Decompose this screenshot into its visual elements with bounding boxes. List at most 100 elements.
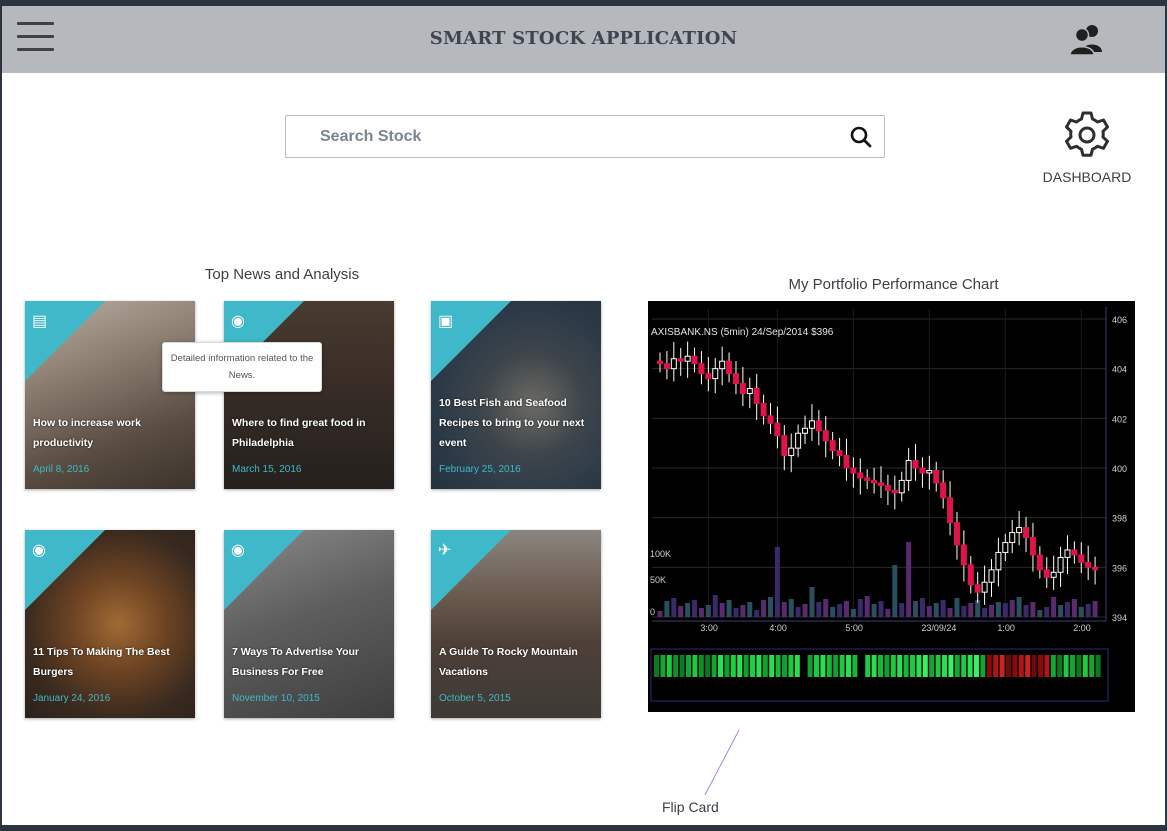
indicator-bar — [961, 655, 967, 677]
news-card[interactable]: ◉ 7 Ways To Advertise Your Business For … — [224, 530, 394, 718]
indicator-bar — [846, 655, 851, 677]
volume-bar — [698, 608, 704, 617]
volume-bar — [788, 599, 794, 617]
indicator-bar — [666, 655, 672, 677]
candle-body — [719, 360, 726, 370]
volume-bar — [1051, 597, 1057, 617]
indicator-bar — [1031, 655, 1037, 677]
dashboard-label: DASHBOARD — [1042, 169, 1132, 185]
indicator-bar — [750, 655, 755, 677]
volume-bar — [926, 606, 932, 617]
news-card[interactable]: ▣ 10 Best Fish and Seafood Recipes to br… — [431, 301, 601, 489]
candle-body — [864, 477, 871, 481]
volume-bar — [671, 598, 677, 617]
candle-body — [878, 482, 884, 486]
indicator-bar — [986, 655, 992, 677]
candle-body — [705, 373, 712, 380]
candle-body — [850, 467, 857, 474]
volume-bar — [809, 587, 815, 617]
indicator-bar — [654, 655, 659, 677]
candle-body — [1016, 527, 1023, 534]
candle-body — [871, 479, 878, 484]
volume-bar — [906, 542, 912, 617]
candle-body — [1057, 556, 1064, 573]
y-tick-label: 406 — [1112, 315, 1127, 325]
indicator-bar — [890, 655, 896, 677]
indicator-bar — [660, 655, 666, 677]
indicator-bar — [1050, 655, 1056, 677]
volume-bar — [961, 606, 967, 617]
volume-bar — [774, 547, 780, 617]
candle-body — [802, 427, 809, 434]
volume-bar — [989, 605, 994, 617]
users-icon[interactable] — [1068, 22, 1108, 58]
volume-bar — [678, 606, 684, 617]
candle-body — [940, 482, 947, 499]
news-card[interactable]: ▤ How to increase work productivity Apri… — [25, 301, 195, 489]
volume-bar — [768, 597, 773, 617]
indicator-bar — [974, 655, 979, 677]
volume-bar — [830, 607, 836, 617]
volume-bar — [1023, 605, 1029, 617]
volume-bar — [843, 601, 849, 617]
indicator-bar — [910, 655, 915, 677]
volume-bar — [823, 599, 829, 617]
news-card[interactable]: ✈ A Guide To Rocky Mountain Vacations Oc… — [431, 530, 601, 718]
volume-bar — [1044, 607, 1050, 617]
indicator-bar — [1012, 655, 1018, 677]
volume-bar — [1071, 599, 1077, 617]
document-icon: ▤ — [32, 313, 48, 330]
volume-bar — [864, 596, 870, 617]
volume-bar — [664, 601, 670, 617]
volume-bar — [740, 605, 746, 617]
indicator-bar — [820, 655, 826, 677]
portfolio-chart[interactable]: 406 404 402 400 398 396 394 AXISBANK.NS (5min) … — [648, 301, 1135, 712]
news-card[interactable]: ◉ 11 Tips To Making The Best Burgers Jan… — [25, 530, 195, 718]
candle-body — [1043, 569, 1050, 578]
candle-body — [691, 355, 698, 365]
y-tick-label: 396 — [1112, 563, 1127, 573]
volume-bar — [1037, 610, 1043, 617]
candle-body — [739, 383, 746, 394]
x-tick-label: 4:00 — [769, 623, 787, 633]
volume-bar — [719, 603, 725, 617]
search-input[interactable] — [306, 125, 854, 149]
indicator-bar — [871, 655, 877, 677]
indicator-bar — [1063, 655, 1069, 677]
dashboard-button[interactable]: DASHBOARD — [1037, 109, 1137, 194]
indicator-bar — [794, 655, 800, 677]
candle-body — [767, 415, 774, 424]
volume-bar — [705, 605, 711, 617]
indicator-bar — [826, 655, 832, 677]
candle-body — [698, 363, 705, 375]
indicator-bar — [705, 655, 711, 677]
search-box — [285, 115, 885, 158]
candle-body — [933, 469, 940, 484]
indicator-bar — [775, 655, 781, 677]
news-card-date: April 8, 2016 — [33, 464, 90, 475]
search-icon[interactable] — [849, 125, 873, 149]
indicator-bar — [686, 655, 691, 677]
app-header: SMART STOCK APPLICATION — [2, 6, 1165, 73]
indicator-bar — [730, 655, 736, 677]
indicator-bar — [769, 655, 775, 677]
candle-body — [919, 467, 926, 474]
indicator-bar — [724, 655, 730, 677]
flip-card-label[interactable]: Flip Card — [662, 799, 719, 815]
volume-bar — [878, 601, 884, 617]
candlestick-chart: 406 404 402 400 398 396 394 AXISBANK.NS (5min) … — [650, 307, 1127, 702]
indicator-bar — [897, 655, 903, 677]
news-card[interactable]: ◉ Where to find great food in Philadelph… — [224, 301, 394, 489]
indicator-bar — [762, 655, 768, 677]
candle-body — [753, 388, 760, 404]
indicator-bar — [1038, 655, 1043, 677]
candle-body — [726, 360, 733, 375]
airplane-icon: ✈ — [438, 542, 452, 559]
burger-icon: ◉ — [231, 542, 245, 559]
news-card-title: Where to find great food in Philadelphia — [232, 417, 366, 449]
candle-body — [788, 447, 795, 457]
volume-bar — [982, 608, 988, 617]
volume-bar — [1030, 602, 1036, 617]
indicator-bar — [1057, 655, 1063, 677]
indicator-bar — [814, 655, 819, 677]
